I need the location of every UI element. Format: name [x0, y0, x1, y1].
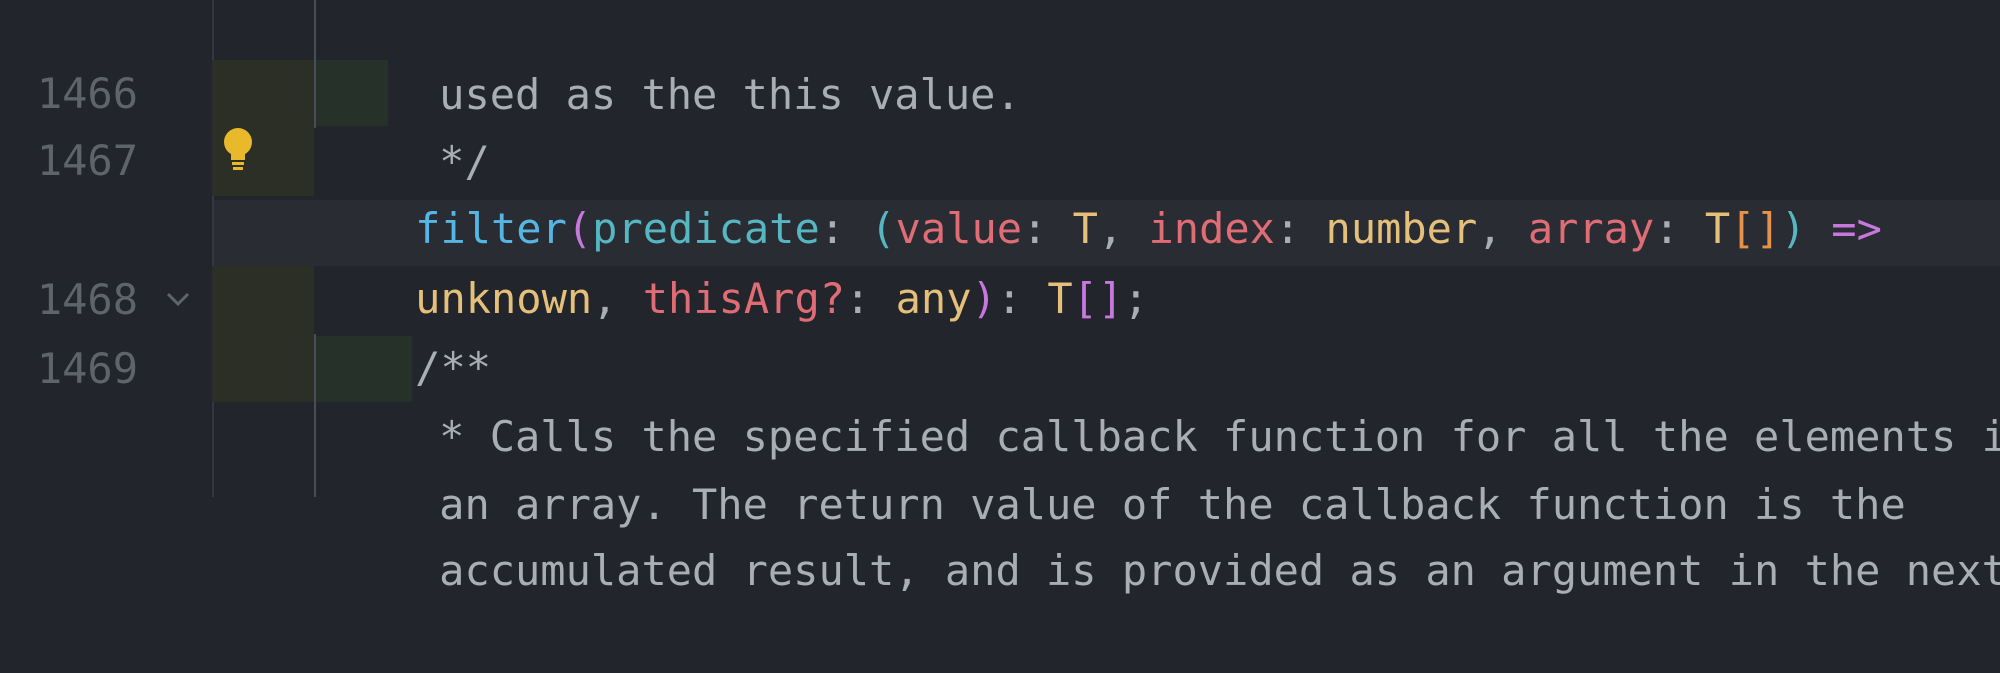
lightbulb-icon[interactable] — [218, 126, 258, 174]
line-number: 1468 — [36, 275, 138, 324]
comment-text: used as the this value. — [439, 70, 1021, 119]
punctuation: , — [1477, 204, 1528, 253]
parameter-name: thisArg — [642, 274, 820, 323]
punctuation: : — [996, 274, 1048, 323]
code-line-1469: * Calls the specified callback function … — [338, 335, 2000, 461]
punctuation: , — [592, 274, 643, 323]
punctuation: : — [1654, 204, 1705, 253]
type-name: number — [1325, 204, 1478, 253]
code-editor[interactable]: 1466 1467 1468 1469 used as the this val… — [0, 0, 2000, 595]
code-line: used as the this value. — [338, 0, 1021, 119]
paren: ) — [1780, 204, 1807, 253]
line-number: 1469 — [36, 344, 138, 393]
punctuation: : — [1274, 204, 1326, 253]
bracket: [] — [1730, 204, 1781, 253]
gutter-highlight — [212, 334, 314, 402]
code-line-1468: /** — [314, 266, 491, 392]
gutter: 1466 1467 1468 1469 — [0, 0, 214, 497]
code-line-1467: filter(predicate: (value: T, index: numb… — [314, 127, 1882, 253]
line-number: 1467 — [36, 136, 138, 185]
punctuation: : — [845, 274, 896, 323]
indent-guide — [314, 0, 316, 128]
arrow-operator: => — [1806, 204, 1882, 253]
bracket: [] — [1072, 274, 1124, 323]
comment-text: accumulated result, and is provided as a… — [439, 546, 2000, 595]
parameter-name: array — [1527, 204, 1655, 253]
gutter-highlight — [212, 266, 314, 334]
gutter-highlight — [212, 60, 314, 128]
code-line-1469-wrap: an array. The return value of the callba… — [338, 403, 1906, 529]
type-name: any — [895, 274, 972, 323]
parameter-name: index — [1148, 204, 1275, 253]
line-number: 1466 — [36, 69, 138, 118]
type-name: T — [1704, 204, 1731, 253]
punctuation: ; — [1123, 274, 1149, 323]
paren: ) — [971, 274, 997, 323]
type-name: T — [1047, 274, 1073, 323]
code-line-1466: */ — [338, 60, 490, 186]
code-line-1467-wrap: unknown, thisArg?: any): T[]; — [314, 197, 1148, 323]
code-line-1469-wrap: accumulated result, and is provided as a… — [338, 469, 2000, 595]
chevron-down-icon[interactable] — [164, 266, 192, 334]
optional-marker: ? — [819, 274, 846, 323]
